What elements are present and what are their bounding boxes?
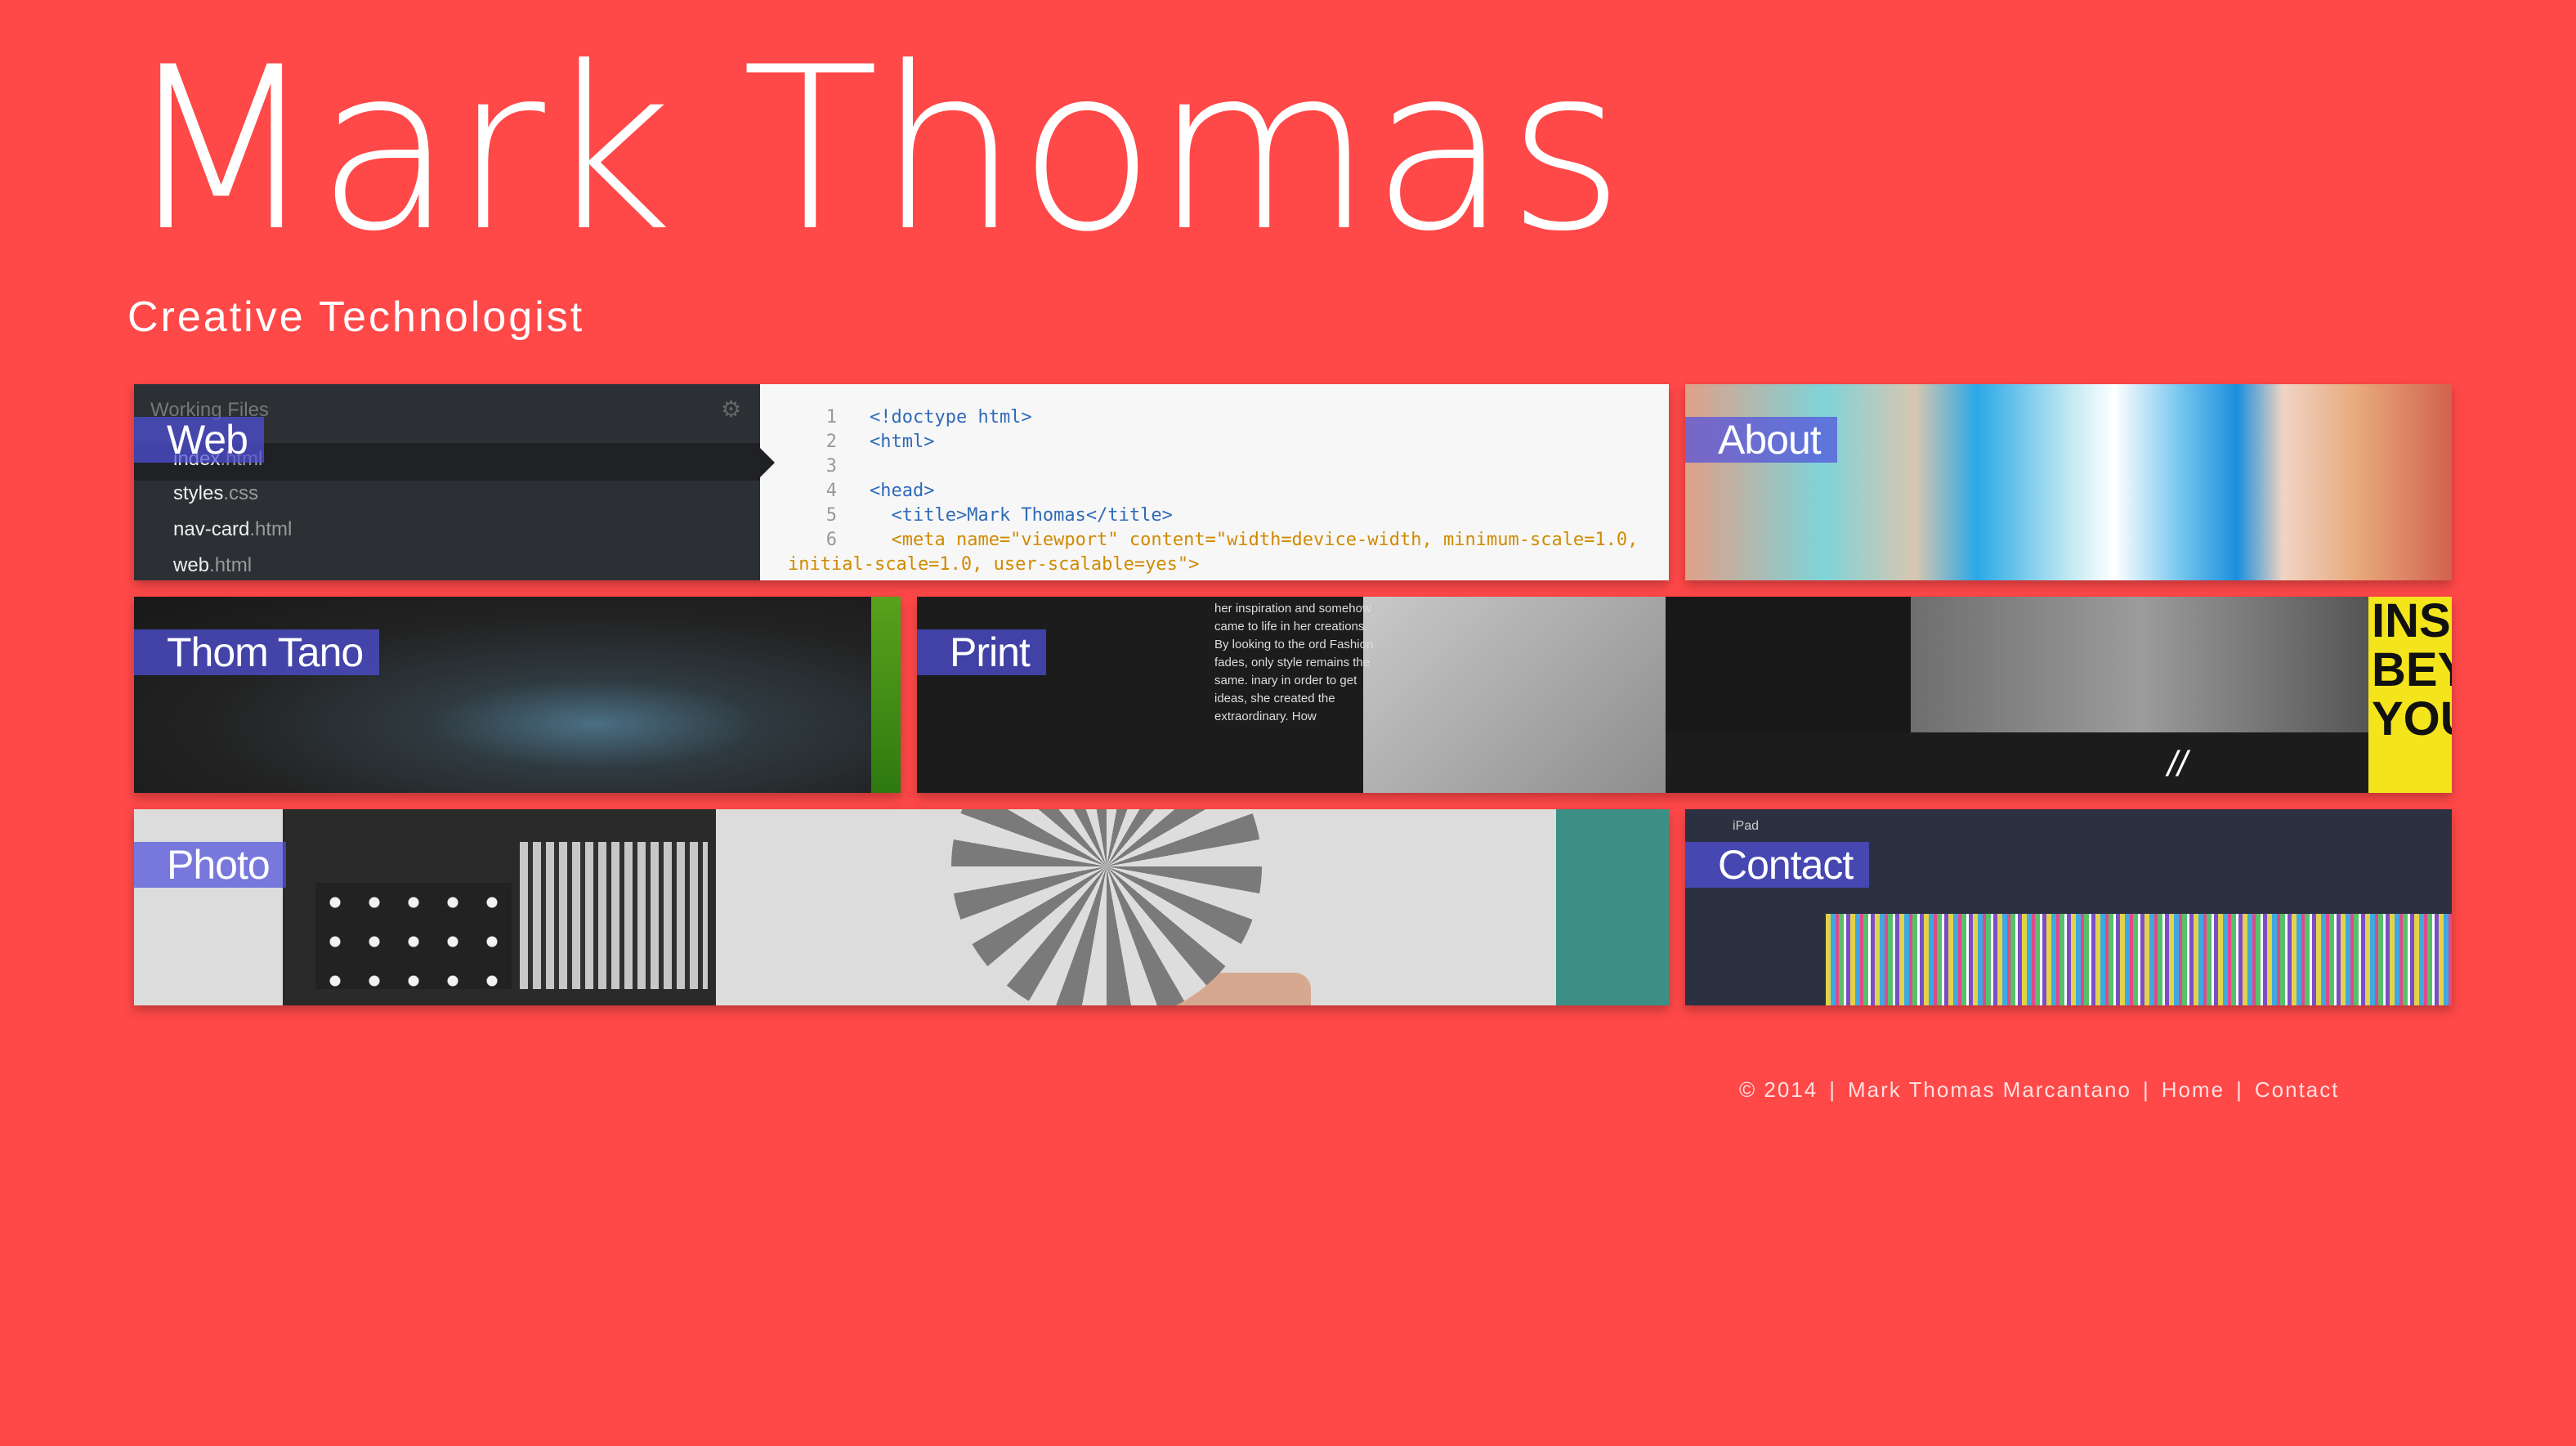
footer-contact-link[interactable]: Contact bbox=[2255, 1077, 2340, 1102]
file-item: web.html bbox=[173, 554, 253, 576]
tile-thom-tano[interactable]: Thom Tano bbox=[134, 597, 901, 793]
grass-strip bbox=[871, 597, 901, 793]
print-article-text: her inspiration and somehow came to life… bbox=[1214, 602, 1374, 723]
tile-label-photo: Photo bbox=[134, 842, 286, 888]
tile-about[interactable]: About bbox=[1685, 384, 2452, 580]
code-line: 3 bbox=[825, 456, 837, 477]
code-line: 5 <title>Mark Thomas</title> bbox=[825, 505, 1173, 526]
footer-copyright: © 2014 bbox=[1739, 1077, 1818, 1102]
editor-sidebar: Working Files ⚙ index.html styles.css na… bbox=[134, 384, 760, 580]
ipad-status-text: iPad bbox=[1733, 819, 1760, 833]
print-yellow-poster: INS BEY YOU bbox=[2368, 597, 2452, 793]
active-file-pointer bbox=[760, 448, 775, 477]
print-photo bbox=[1363, 597, 1666, 793]
tile-label-web: Web bbox=[134, 417, 264, 463]
tile-photo[interactable]: Photo bbox=[134, 809, 1669, 1005]
footer-separator: | bbox=[1829, 1077, 1836, 1102]
footer-name: Mark Thomas Marcantano bbox=[1848, 1077, 2131, 1102]
print-slashes: // bbox=[2167, 744, 2188, 784]
synth-device-image bbox=[1556, 809, 1669, 1005]
tile-label-contact: Contact bbox=[1685, 842, 1870, 888]
code-line: 2 <html> bbox=[825, 432, 935, 452]
tile-label-print: Print bbox=[917, 629, 1046, 675]
tile-label-thom-tano: Thom Tano bbox=[134, 629, 380, 675]
file-item: nav-card.html bbox=[173, 518, 293, 540]
drum-machine-image bbox=[283, 809, 716, 1005]
footer: © 2014 | Mark Thomas Marcantano | Home | Conta… bbox=[1739, 1077, 2339, 1103]
print-dark-block bbox=[1796, 732, 2221, 793]
site-title: Mark Thomas bbox=[124, 19, 1625, 280]
tile-print[interactable]: her inspiration and somehow came to life… bbox=[917, 597, 2452, 793]
tile-web[interactable]: Working Files ⚙ index.html styles.css na… bbox=[134, 384, 1669, 580]
code-line: 6 <meta name="viewport" content="width=d… bbox=[825, 530, 1639, 550]
tile-contact[interactable]: iPad Contact bbox=[1685, 809, 2452, 1005]
code-line: 1 <!doctype html> bbox=[825, 407, 1032, 428]
site-subtitle: Creative Technologist bbox=[127, 293, 585, 341]
file-item: styles.css bbox=[173, 482, 259, 504]
code-view: 1 <!doctype html> 2 <html> 3 4 <head> 5 <title>… bbox=[788, 405, 1638, 577]
disco-ball-image bbox=[951, 809, 1262, 1005]
print-portrait bbox=[1911, 597, 2368, 732]
footer-separator: | bbox=[2142, 1077, 2150, 1102]
print-black-block bbox=[1666, 597, 1911, 732]
footer-separator: | bbox=[2236, 1077, 2243, 1102]
tile-label-about: About bbox=[1685, 417, 1837, 463]
gear-icon: ⚙ bbox=[721, 396, 742, 422]
code-line: 4 <head> bbox=[825, 481, 935, 501]
footer-home-link[interactable]: Home bbox=[2162, 1077, 2225, 1102]
code-line: initial-scale=1.0, user-scalable=yes"> bbox=[788, 554, 1200, 575]
glitch-pattern bbox=[1826, 914, 2452, 1005]
